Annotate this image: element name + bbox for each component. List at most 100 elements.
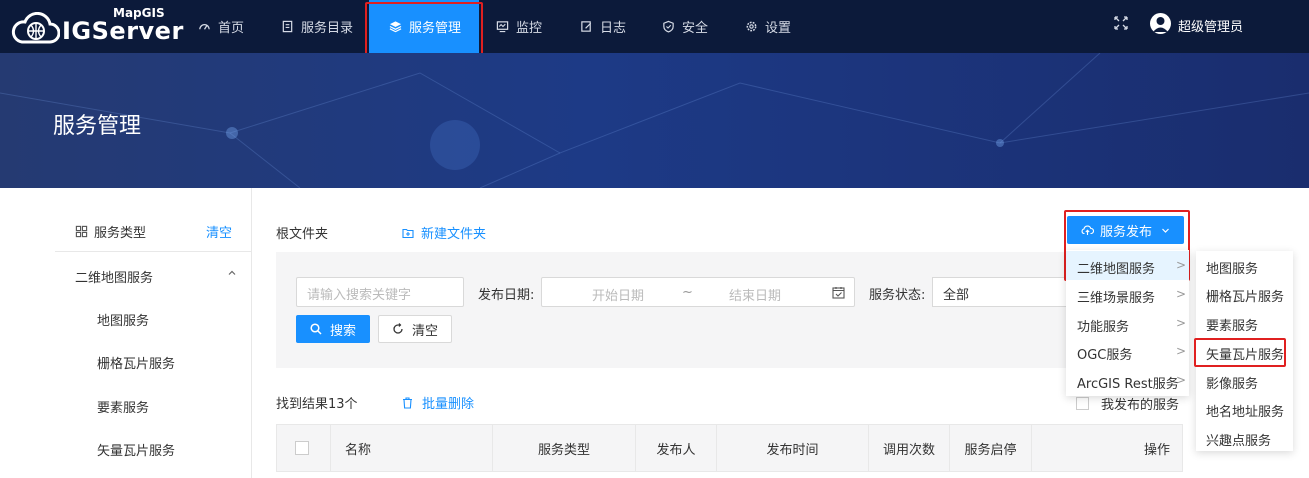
publish-menu-item-ogc[interactable]: OGC服务 > [1066, 337, 1189, 366]
nav-item-monitor[interactable]: 监控 [496, 0, 542, 53]
results-count: 找到结果13个 [276, 397, 358, 412]
submenu-item-poi[interactable]: 兴趣点服务 [1206, 430, 1271, 449]
sidebar-item-raster-tile[interactable]: 栅格瓦片服务 [97, 353, 175, 372]
catalog-icon [282, 20, 293, 33]
menu-item-label: 二维地图服务 [1077, 262, 1156, 277]
nav-item-security[interactable]: 安全 [662, 0, 708, 53]
sidebar-title: 服务类型 [75, 222, 146, 241]
sidebar-item-feature-service[interactable]: 要素服务 [97, 397, 149, 416]
new-folder-button[interactable]: 新建文件夹 [402, 223, 486, 242]
folder-plus-icon [402, 228, 414, 238]
grid-icon [75, 225, 88, 238]
breadcrumb-root[interactable]: 根文件夹 [276, 223, 328, 242]
chevron-right-icon: > [1176, 316, 1187, 330]
nav-label: 服务目录 [301, 21, 354, 36]
nav-item-service-management[interactable]: 服务管理 [365, 0, 483, 57]
clear-button[interactable]: 清空 [378, 315, 452, 343]
search-input[interactable]: 请输入搜索关键字 [296, 277, 464, 307]
sidebar-item-map-service[interactable]: 地图服务 [97, 310, 149, 329]
submenu-item-raster-tile[interactable]: 栅格瓦片服务 [1206, 286, 1284, 305]
nav-label: 设置 [765, 21, 792, 36]
my-published-filter[interactable]: 我发布的服务 [1076, 394, 1179, 413]
chevron-up-icon[interactable] [227, 268, 237, 278]
publish-menu-item-2d-map[interactable]: 二维地图服务 > [1066, 251, 1189, 280]
publish-service-label: 服务发布 [1099, 224, 1152, 240]
nav-item-settings[interactable]: 设置 [745, 0, 791, 53]
cloud-upload-icon [1081, 225, 1094, 235]
calendar-icon [832, 287, 845, 299]
nav-item-home[interactable]: 首页 [198, 0, 244, 53]
date-range-picker[interactable]: 开始日期 ~ 结束日期 [541, 277, 855, 307]
nav-label: 安全 [682, 21, 709, 36]
submenu-item-geocoding[interactable]: 地名地址服务 [1206, 401, 1284, 420]
publish-menu-item-arcgis-rest[interactable]: ArcGIS Rest服务 > [1066, 366, 1189, 395]
brand-name: IGServer [62, 17, 184, 45]
column-header-actions: 操作 [1031, 425, 1182, 471]
nav-label: 监控 [516, 21, 543, 36]
sidebar-group-2d-map[interactable]: 二维地图服务 [75, 267, 153, 286]
date-separator: ~ [682, 285, 693, 300]
service-status-select[interactable]: 全部 [932, 277, 1066, 307]
submenu-item-image-service[interactable]: 影像服务 [1206, 373, 1258, 392]
nav-item-catalog[interactable]: 服务目录 [281, 0, 353, 53]
publish-menu-item-function[interactable]: 功能服务 > [1066, 309, 1189, 338]
network-decoration [0, 53, 1309, 188]
column-header-call-count[interactable]: 调用次数 [868, 425, 949, 471]
chevron-right-icon: > [1176, 287, 1187, 301]
sidebar-item-vector-tile[interactable]: 矢量瓦片服务 [97, 440, 175, 459]
start-date-input[interactable]: 开始日期 [592, 285, 644, 304]
column-header-publish-time[interactable]: 发布时间 [716, 425, 868, 471]
chevron-right-icon: > [1176, 258, 1187, 272]
logo[interactable]: MapGIS IGServer [10, 4, 183, 48]
avatar[interactable] [1150, 13, 1171, 34]
chevron-down-icon [1162, 228, 1169, 233]
my-published-label: 我发布的服务 [1101, 398, 1180, 413]
log-icon [581, 21, 592, 32]
trash-icon [403, 396, 412, 409]
service-type-sidebar: 服务类型 清空 二维地图服务 地图服务 栅格瓦片服务 要素服务 矢量瓦片服务 [55, 188, 252, 478]
batch-delete-label: 批量删除 [422, 397, 475, 412]
column-header-type[interactable]: 服务类型 [492, 425, 635, 471]
filter-panel [276, 252, 1183, 368]
user-name[interactable]: 超级管理员 [1178, 16, 1243, 35]
column-label: 发布人 [656, 442, 696, 458]
submenu-item-map-service[interactable]: 地图服务 [1206, 258, 1258, 277]
refresh-icon [393, 323, 403, 334]
highlight-box [365, 2, 483, 57]
column-label: 名称 [345, 442, 372, 458]
new-folder-label: 新建文件夹 [421, 227, 487, 242]
submenu-item-feature-service[interactable]: 要素服务 [1206, 315, 1258, 334]
search-button[interactable]: 搜索 [296, 315, 370, 343]
column-label: 操作 [1143, 442, 1170, 458]
gear-icon [746, 21, 757, 32]
menu-item-label: ArcGIS Rest服务 [1077, 377, 1179, 392]
clear-button-label: 清空 [411, 323, 438, 339]
search-icon [310, 323, 322, 335]
column-label: 调用次数 [882, 442, 935, 458]
my-published-checkbox[interactable] [1076, 397, 1089, 410]
sidebar-clear-link[interactable]: 清空 [206, 222, 232, 241]
fullscreen-icon[interactable] [1114, 16, 1128, 30]
chevron-right-icon: > [1176, 373, 1187, 387]
sidebar-title-text: 服务类型 [94, 226, 147, 241]
column-label: 发布时间 [766, 442, 819, 458]
service-status-label: 服务状态: [869, 288, 926, 303]
nav-item-log[interactable]: 日志 [580, 0, 626, 53]
user-icon [1153, 17, 1168, 32]
top-nav: MapGIS IGServer 首页 服务目录 服务管理 监控 日志 安全 设置… [0, 0, 1309, 57]
column-header-publisher[interactable]: 发布人 [635, 425, 716, 471]
publish-menu: 二维地图服务 > 三维场景服务 > 功能服务 > OGC服务 > ArcGIS Rest… [1066, 250, 1189, 396]
publish-menu-item-3d-scene[interactable]: 三维场景服务 > [1066, 280, 1189, 309]
publish-service-button[interactable]: 服务发布 [1067, 216, 1184, 244]
search-button-label: 搜索 [329, 323, 356, 339]
batch-delete-button[interactable]: 批量删除 [402, 393, 474, 412]
select-all-checkbox[interactable] [295, 441, 309, 455]
nav-label: 首页 [218, 21, 245, 36]
column-header-service-toggle[interactable]: 服务启停 [949, 425, 1031, 471]
dashboard-icon [199, 24, 210, 30]
column-header-name[interactable]: 名称 [330, 425, 492, 471]
page-banner: 服务管理 [0, 53, 1309, 188]
menu-item-label: OGC服务 [1077, 348, 1133, 363]
end-date-input[interactable]: 结束日期 [729, 285, 781, 304]
select-all-cell [295, 425, 309, 471]
